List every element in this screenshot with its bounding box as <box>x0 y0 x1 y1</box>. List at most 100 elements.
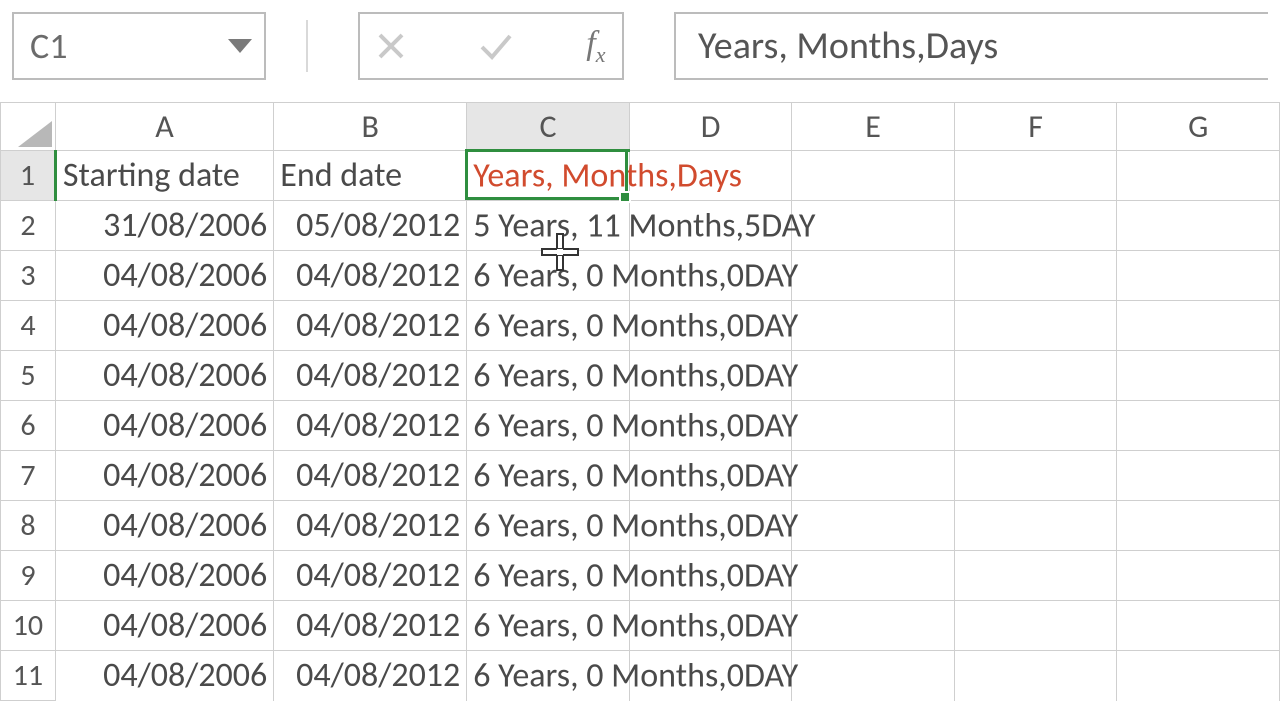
cell[interactable]: 6 Years, 0 Months,0DAY <box>467 501 630 551</box>
row-header[interactable]: 9 <box>1 551 56 601</box>
cell[interactable] <box>954 251 1117 301</box>
cell[interactable] <box>792 351 955 401</box>
cell[interactable] <box>792 551 955 601</box>
cell[interactable]: 6 Years, 0 Months,0DAY <box>467 451 630 501</box>
cell[interactable]: 6 Years, 0 Months,0DAY <box>467 651 630 701</box>
cell[interactable] <box>1117 651 1280 701</box>
cell[interactable] <box>792 651 955 701</box>
cell[interactable]: 6 Years, 0 Months,0DAY <box>467 251 630 301</box>
table-row: 304/08/200604/08/20126 Years, 0 Months,0… <box>1 251 1280 301</box>
cell[interactable] <box>1117 451 1280 501</box>
cell[interactable]: 04/08/2012 <box>274 251 467 301</box>
row-header[interactable]: 10 <box>1 601 56 651</box>
cancel-icon <box>376 31 406 61</box>
cell[interactable] <box>954 651 1117 701</box>
table-row: 504/08/200604/08/20126 Years, 0 Months,0… <box>1 351 1280 401</box>
cell[interactable] <box>954 401 1117 451</box>
row-header[interactable]: 3 <box>1 251 56 301</box>
fx-icon[interactable]: fx <box>586 25 605 68</box>
cell[interactable]: 04/08/2012 <box>274 501 467 551</box>
cell-selected[interactable]: Years, Months,Days <box>467 151 630 201</box>
cell[interactable]: 6 Years, 0 Months,0DAY <box>467 401 630 451</box>
cell[interactable]: 04/08/2006 <box>55 501 273 551</box>
cell[interactable] <box>1117 551 1280 601</box>
cell[interactable]: 5 Years, 11 Months,5DAY <box>467 201 630 251</box>
table-row: 1004/08/200604/08/20126 Years, 0 Months,… <box>1 601 1280 651</box>
cell[interactable]: 04/08/2012 <box>274 351 467 401</box>
cell[interactable]: 04/08/2012 <box>274 451 467 501</box>
cell[interactable] <box>792 251 955 301</box>
row-header[interactable]: 4 <box>1 301 56 351</box>
cell[interactable] <box>1117 151 1280 201</box>
row-header[interactable]: 7 <box>1 451 56 501</box>
cell[interactable]: 05/08/2012 <box>274 201 467 251</box>
row-header[interactable]: 1 <box>1 151 56 201</box>
cell[interactable] <box>954 551 1117 601</box>
cell[interactable]: 04/08/2012 <box>274 301 467 351</box>
row-header[interactable]: 8 <box>1 501 56 551</box>
chevron-down-icon[interactable] <box>228 39 252 53</box>
cell[interactable]: 04/08/2006 <box>55 301 273 351</box>
cell[interactable] <box>954 201 1117 251</box>
formula-value: Years, Months,Days <box>698 23 998 69</box>
cell[interactable]: 04/08/2006 <box>55 401 273 451</box>
cell[interactable] <box>1117 401 1280 451</box>
cell[interactable]: 04/08/2006 <box>55 251 273 301</box>
cell[interactable] <box>954 451 1117 501</box>
col-header-G[interactable]: G <box>1117 103 1280 151</box>
cell[interactable] <box>954 501 1117 551</box>
cell[interactable]: 04/08/2012 <box>274 551 467 601</box>
row-header[interactable]: 5 <box>1 351 56 401</box>
cell[interactable]: 04/08/2012 <box>274 651 467 701</box>
cell[interactable] <box>792 301 955 351</box>
cell[interactable]: 6 Years, 0 Months,0DAY <box>467 551 630 601</box>
formula-bar-area: C1 fx Years, Months,Days <box>0 0 1280 76</box>
cell[interactable] <box>792 201 955 251</box>
col-header-C[interactable]: C <box>467 103 630 151</box>
table-row: 804/08/200604/08/20126 Years, 0 Months,0… <box>1 501 1280 551</box>
row-header[interactable]: 6 <box>1 401 56 451</box>
spreadsheet-grid[interactable]: A B C D E F G 1Starting dateEnd dateYear… <box>0 102 1280 701</box>
cell[interactable]: End date <box>274 151 467 201</box>
cell[interactable]: 04/08/2012 <box>274 401 467 451</box>
name-box[interactable]: C1 <box>12 12 266 80</box>
cell[interactable]: 6 Years, 0 Months,0DAY <box>467 351 630 401</box>
cell[interactable]: 04/08/2006 <box>55 351 273 401</box>
cell[interactable]: Starting date <box>55 151 273 201</box>
cell[interactable]: 04/08/2006 <box>55 651 273 701</box>
cell[interactable]: 04/08/2006 <box>55 551 273 601</box>
cell[interactable]: 31/08/2006 <box>55 201 273 251</box>
cell[interactable]: 04/08/2012 <box>274 601 467 651</box>
cell[interactable] <box>954 601 1117 651</box>
cell[interactable] <box>954 151 1117 201</box>
row-header[interactable]: 2 <box>1 201 56 251</box>
cell[interactable] <box>1117 351 1280 401</box>
cell[interactable] <box>954 351 1117 401</box>
cell[interactable] <box>792 151 955 201</box>
row-header[interactable]: 11 <box>1 651 56 701</box>
formula-controls: fx <box>358 12 624 80</box>
cell[interactable] <box>1117 601 1280 651</box>
col-header-E[interactable]: E <box>792 103 955 151</box>
cell[interactable] <box>1117 251 1280 301</box>
col-header-D[interactable]: D <box>629 103 792 151</box>
cell[interactable] <box>792 601 955 651</box>
formula-input[interactable]: Years, Months,Days <box>674 12 1268 80</box>
col-header-B[interactable]: B <box>274 103 467 151</box>
cell[interactable] <box>1117 501 1280 551</box>
cell[interactable] <box>1117 301 1280 351</box>
column-header-row: A B C D E F G <box>1 103 1280 151</box>
cell[interactable] <box>792 451 955 501</box>
cell[interactable]: 6 Years, 0 Months,0DAY <box>467 601 630 651</box>
col-header-A[interactable]: A <box>55 103 273 151</box>
cell[interactable]: 04/08/2006 <box>55 451 273 501</box>
cell[interactable] <box>792 501 955 551</box>
cell[interactable] <box>1117 201 1280 251</box>
col-header-F[interactable]: F <box>954 103 1117 151</box>
cell[interactable] <box>954 301 1117 351</box>
select-all-corner[interactable] <box>1 103 56 151</box>
cell[interactable] <box>792 401 955 451</box>
table-row: 604/08/200604/08/20126 Years, 0 Months,0… <box>1 401 1280 451</box>
cell[interactable]: 6 Years, 0 Months,0DAY <box>467 301 630 351</box>
cell[interactable]: 04/08/2006 <box>55 601 273 651</box>
